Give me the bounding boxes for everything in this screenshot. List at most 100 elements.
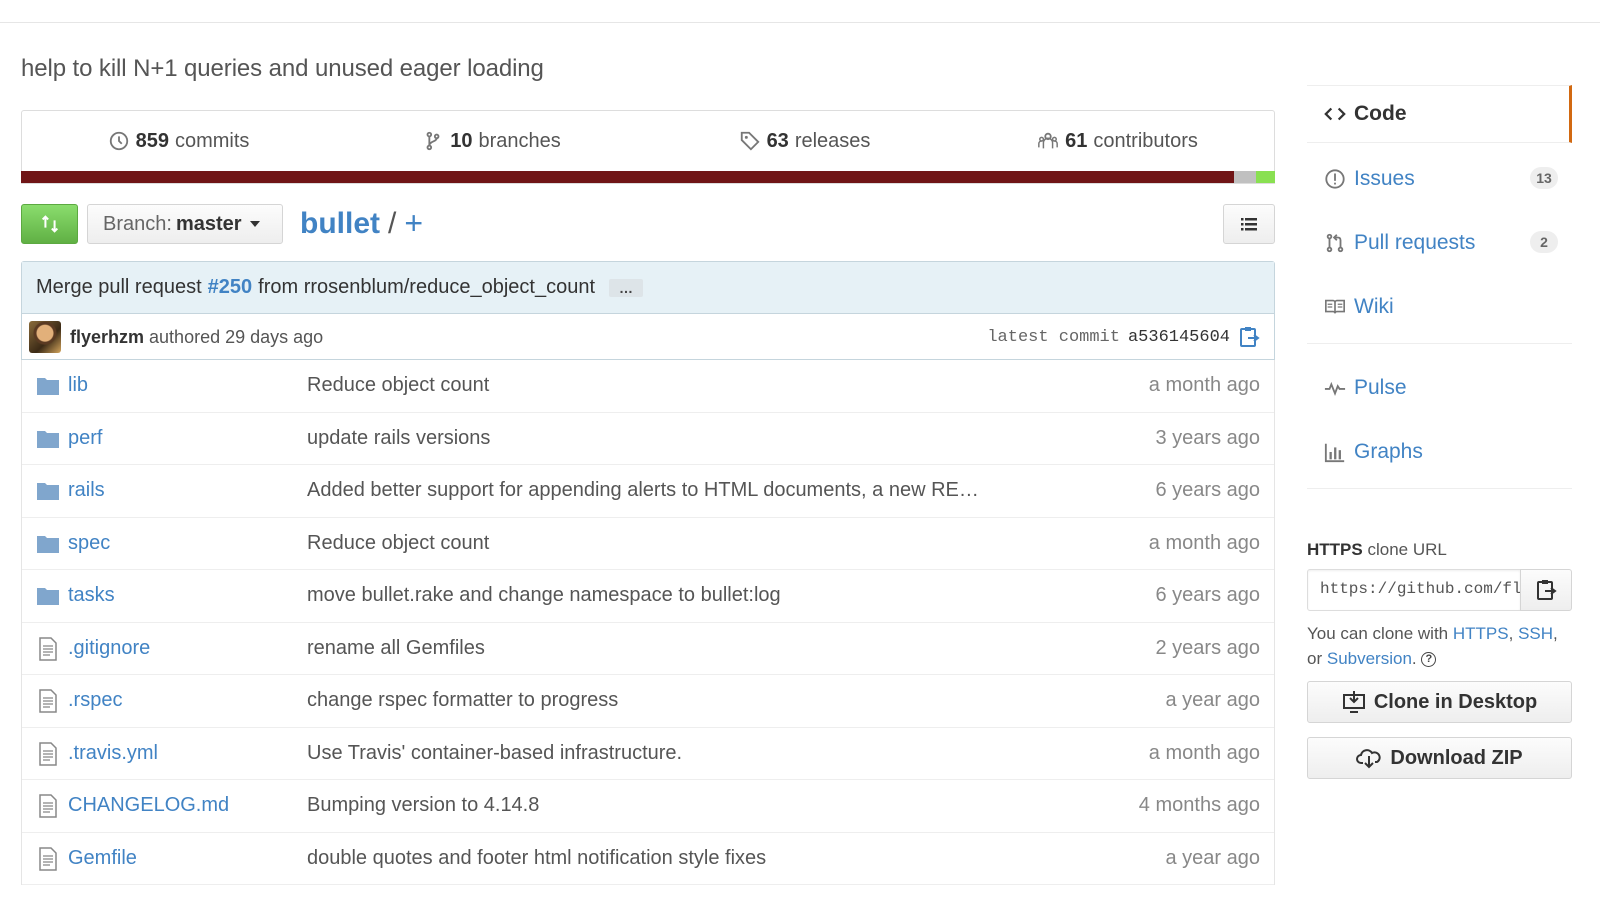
file-commit-message[interactable]: Added better support for appending alert… [307, 479, 979, 502]
commit-sha-link[interactable]: a536145604 [1128, 328, 1230, 347]
file-age: 6 years ago [1155, 584, 1260, 607]
commit-author[interactable]: flyerhzm [70, 327, 144, 348]
breadcrumb-separator: / [388, 206, 397, 240]
header-divider [0, 22, 1600, 23]
sidebar-item-wiki[interactable]: Wiki [1307, 275, 1572, 339]
clone-url-input[interactable]: https://github.com/flyerhzm/bullet.git [1307, 569, 1521, 611]
clone-help-or: or [1307, 649, 1323, 668]
file-commit-message[interactable]: update rails versions [307, 427, 490, 450]
copy-clone-url-button[interactable] [1520, 569, 1572, 611]
file-age: a month ago [1148, 374, 1260, 397]
file-commit-message[interactable]: change rspec formatter to progress [307, 689, 618, 712]
clone-subversion-link[interactable]: Subversion [1327, 649, 1412, 668]
file-name-link[interactable]: .gitignore [68, 637, 150, 660]
organization-icon [1038, 132, 1059, 149]
sidebar-item-issues[interactable]: Issues 13 [1307, 147, 1572, 211]
pulse-icon [1324, 381, 1346, 397]
avatar[interactable] [29, 321, 61, 353]
sidebar-item-label: Issues [1354, 167, 1415, 190]
contributors-stat[interactable]: 61 contributors [961, 130, 1274, 153]
git-pull-request-icon [1326, 233, 1344, 253]
file-icon [36, 794, 60, 818]
releases-stat[interactable]: 63 releases [648, 130, 961, 153]
branch-prefix: Branch: [103, 212, 172, 235]
sidebar-item-label: Graphs [1354, 440, 1423, 463]
file-name-link[interactable]: CHANGELOG.md [68, 794, 229, 817]
commits-stat[interactable]: 859 commits [22, 130, 335, 153]
clone-url-label: HTTPS clone URL [1307, 540, 1447, 560]
commit-title-prefix: Merge pull request [36, 276, 202, 298]
question-icon[interactable]: ? [1421, 652, 1437, 668]
graph-icon [1324, 443, 1345, 463]
sidebar-item-pull-requests[interactable]: Pull requests 2 [1307, 211, 1572, 275]
pull-request-link[interactable]: #250 [208, 276, 253, 299]
clone-help-period: . [1411, 649, 1417, 668]
file-name-link[interactable]: spec [68, 532, 110, 555]
tag-icon [740, 131, 760, 151]
file-icon [36, 689, 60, 713]
repo-name-link[interactable]: bullet [300, 207, 380, 241]
sidebar-item-code[interactable]: Code [1307, 85, 1572, 143]
branch-icon [426, 131, 440, 151]
clone-ssh-link[interactable]: SSH [1518, 624, 1553, 643]
commit-title: Merge pull request #250 from rrosenblum/… [22, 262, 1274, 314]
file-age: a month ago [1148, 531, 1260, 554]
caret-down-icon [249, 221, 260, 227]
file-age: a year ago [1165, 846, 1260, 869]
file-name-link[interactable]: .rspec [68, 689, 122, 712]
file-name-link[interactable]: lib [68, 374, 88, 397]
file-list: lib Reduce object count a month ago perf upd… [21, 360, 1275, 885]
sidebar-item-graphs[interactable]: Graphs [1307, 420, 1572, 484]
sidebar-item-pulse[interactable]: Pulse [1307, 356, 1572, 420]
file-name-link[interactable]: Gemfile [68, 847, 137, 870]
table-row: rails Added better support for appending … [22, 465, 1274, 518]
language-bar[interactable] [21, 171, 1275, 183]
table-row: lib Reduce object count a month ago [22, 360, 1274, 413]
table-row: perf update rails versions 3 years ago [22, 413, 1274, 465]
branches-stat[interactable]: 10 branches [335, 130, 648, 153]
desktop-download-icon [1342, 691, 1365, 713]
expand-commit-button[interactable]: … [609, 278, 644, 297]
list-view-button[interactable] [1223, 204, 1275, 244]
sidebar-item-label: Pull requests [1354, 231, 1476, 254]
file-commit-message[interactable]: Reduce object count [307, 532, 489, 555]
new-file-button[interactable]: + [404, 205, 423, 242]
file-commit-message[interactable]: Use Travis' container-based infrastructu… [307, 742, 682, 765]
folder-icon [36, 427, 60, 451]
download-zip-button[interactable]: Download ZIP [1307, 737, 1572, 779]
file-commit-message[interactable]: rename all Gemfiles [307, 637, 485, 660]
clipboard-icon [1537, 580, 1557, 600]
compare-icon [41, 215, 58, 233]
language-bar-other [1233, 171, 1257, 183]
file-name-link[interactable]: perf [68, 427, 102, 450]
clone-https-link[interactable]: HTTPS [1453, 624, 1509, 643]
file-age: 4 months ago [1138, 794, 1260, 817]
branches-count: 10 [450, 129, 473, 152]
issues-count-badge: 13 [1530, 167, 1558, 189]
table-row: .rspec change rspec formatter to progress… [22, 675, 1274, 728]
table-row: .travis.yml Use Travis' container-based i… [22, 728, 1274, 780]
clone-protocol: HTTPS [1307, 540, 1363, 559]
file-icon [36, 741, 60, 766]
file-age: 6 years ago [1155, 479, 1260, 502]
table-row: spec Reduce object count a month ago [22, 518, 1274, 570]
folder-icon [36, 374, 60, 398]
cloud-download-icon [1356, 749, 1382, 769]
repo-sidebar-nav: Code Issues 13 Pull requests 2 Wiki Puls… [1307, 85, 1572, 489]
language-bar-shell [1256, 171, 1275, 183]
file-commit-message[interactable]: Reduce object count [307, 374, 489, 397]
file-icon [36, 846, 60, 871]
file-name-link[interactable]: rails [68, 479, 105, 502]
branch-selector[interactable]: Branch: master [87, 204, 283, 244]
clipboard-icon[interactable] [1238, 325, 1260, 349]
commit-title-suffix: from rrosenblum/reduce_object_count [258, 276, 596, 298]
file-commit-message[interactable]: Bumping version to 4.14.8 [307, 794, 539, 817]
file-name-link[interactable]: .travis.yml [68, 742, 158, 765]
file-commit-message[interactable]: move bullet.rake and change namespace to… [307, 584, 781, 607]
folder-icon [36, 532, 60, 556]
file-name-link[interactable]: tasks [68, 584, 115, 607]
clone-in-desktop-button[interactable]: Clone in Desktop [1307, 681, 1572, 723]
list-icon [1241, 218, 1257, 231]
file-commit-message[interactable]: double quotes and footer html notificati… [307, 847, 766, 870]
compare-button[interactable] [21, 204, 78, 244]
